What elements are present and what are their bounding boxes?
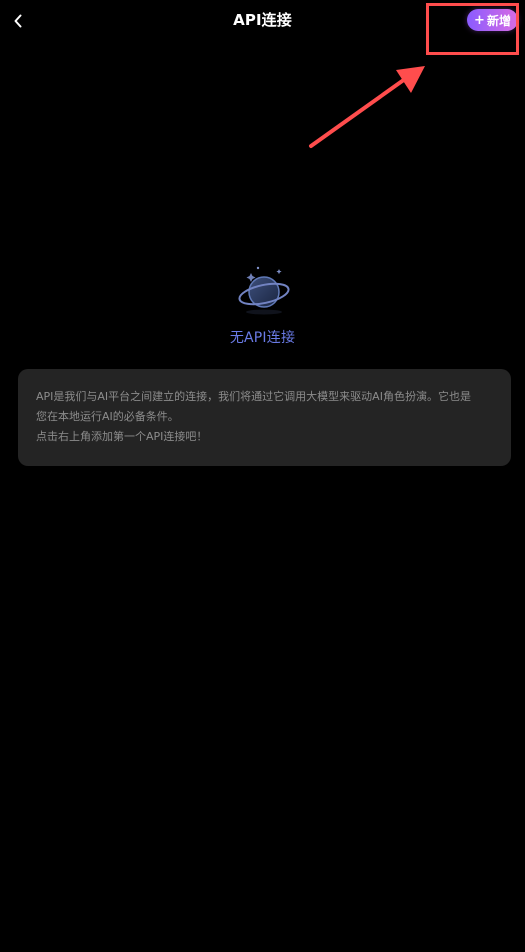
- annotation-arrow-icon: [309, 66, 425, 148]
- plus-icon: +: [474, 12, 485, 28]
- info-text-line-2: 您在本地运行AI的必备条件。: [36, 410, 179, 423]
- page-title: API连接: [233, 11, 292, 29]
- add-button-label: 新增: [486, 13, 511, 28]
- add-api-connection-button[interactable]: + 新增: [467, 9, 518, 31]
- planet-icon: [238, 266, 290, 315]
- app-root: API连接 + 新增 无API连接 API是我们与AI平台之间建立的连接，我们将…: [0, 0, 525, 952]
- empty-state-label: 无API连接: [229, 330, 296, 346]
- info-text-line-1: API是我们与AI平台之间建立的连接，我们将通过它调用大模型来驱动AI角色扮演。…: [36, 390, 471, 403]
- planet-illustration: [236, 263, 292, 317]
- api-info-card: API是我们与AI平台之间建立的连接，我们将通过它调用大模型来驱动AI角色扮演。…: [18, 369, 511, 466]
- info-text-line-3: 点击右上角添加第一个API连接吧！: [36, 430, 208, 443]
- top-navigation-bar: API连接 + 新增: [0, 0, 525, 44]
